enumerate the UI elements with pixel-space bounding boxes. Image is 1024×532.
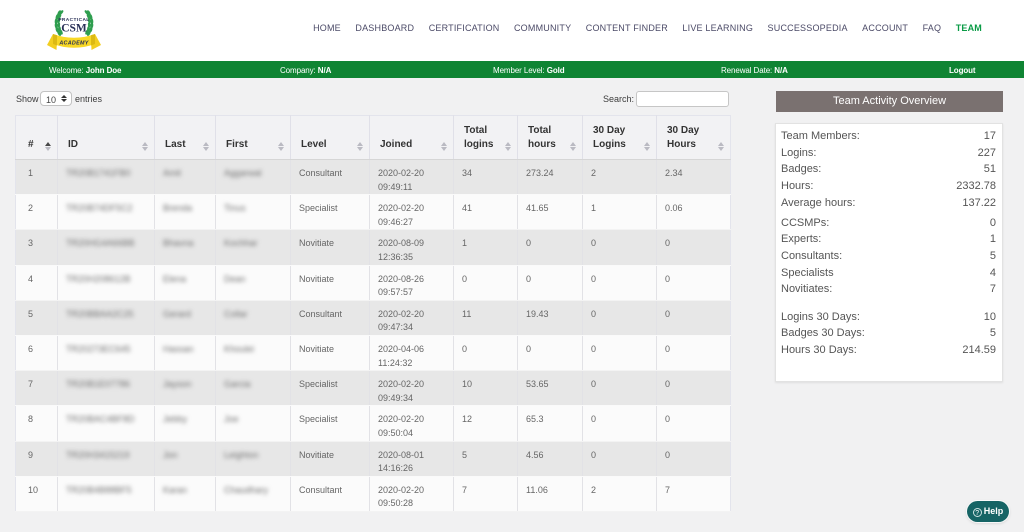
svg-text:ACADEMY: ACADEMY bbox=[58, 41, 88, 47]
svg-text:CSM: CSM bbox=[61, 23, 87, 35]
